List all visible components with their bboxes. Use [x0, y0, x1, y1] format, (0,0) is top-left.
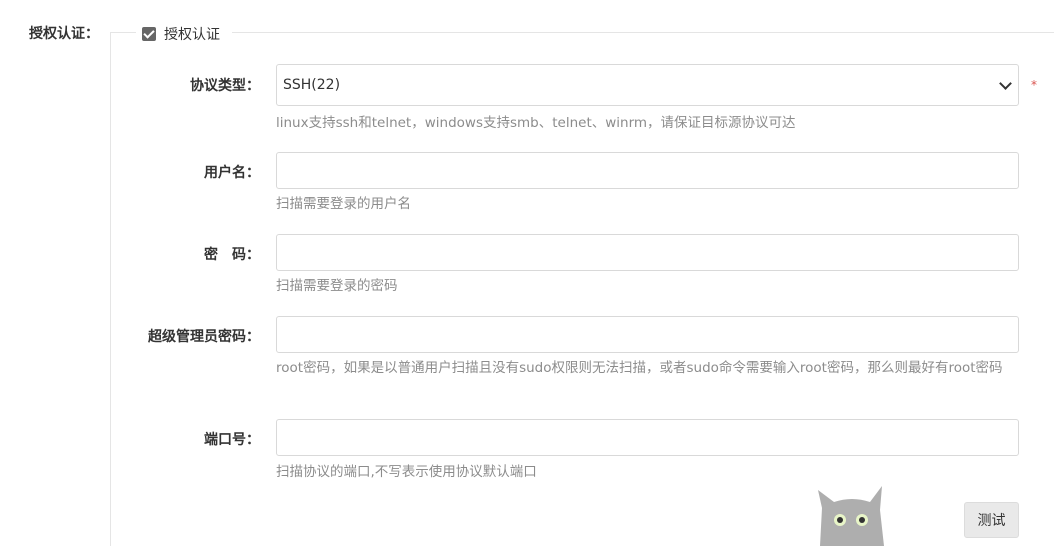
protocol-select-value: SSH(22) [283, 77, 341, 93]
protocol-select[interactable]: SSH(22) [276, 64, 1019, 106]
cat-mascot-icon [818, 486, 884, 546]
fieldset-border [110, 32, 1054, 546]
auth-toggle[interactable]: 授权认证 [136, 22, 232, 46]
auth-toggle-label: 授权认证 [164, 27, 220, 43]
test-button[interactable]: 测试 [964, 502, 1019, 538]
chevron-down-icon[interactable] [999, 77, 1012, 90]
super-password-label: 超级管理员密码： [148, 329, 260, 345]
port-label: 端口号： [204, 432, 260, 448]
username-input[interactable] [276, 152, 1019, 189]
port-input[interactable] [276, 419, 1019, 456]
super-password-help: root密码，如果是以普通用户扫描且没有sudo权限则无法扫描，或者sudo命令… [276, 360, 1003, 376]
username-label: 用户名： [204, 165, 260, 181]
super-password-input[interactable] [276, 316, 1019, 353]
port-help: 扫描协议的端口,不写表示使用协议默认端口 [276, 464, 537, 480]
protocol-label: 协议类型： [190, 78, 260, 94]
checkbox-checked-icon[interactable] [142, 27, 156, 41]
username-help: 扫描需要登录的用户名 [276, 196, 411, 212]
password-input[interactable] [276, 234, 1019, 271]
password-label: 密 码： [204, 247, 260, 263]
section-label: 授权认证： [29, 26, 99, 42]
password-help: 扫描需要登录的密码 [276, 278, 398, 294]
protocol-help: linux支持ssh和telnet，windows支持smb、telnet、wi… [276, 115, 796, 131]
required-mark: * [1031, 78, 1037, 92]
